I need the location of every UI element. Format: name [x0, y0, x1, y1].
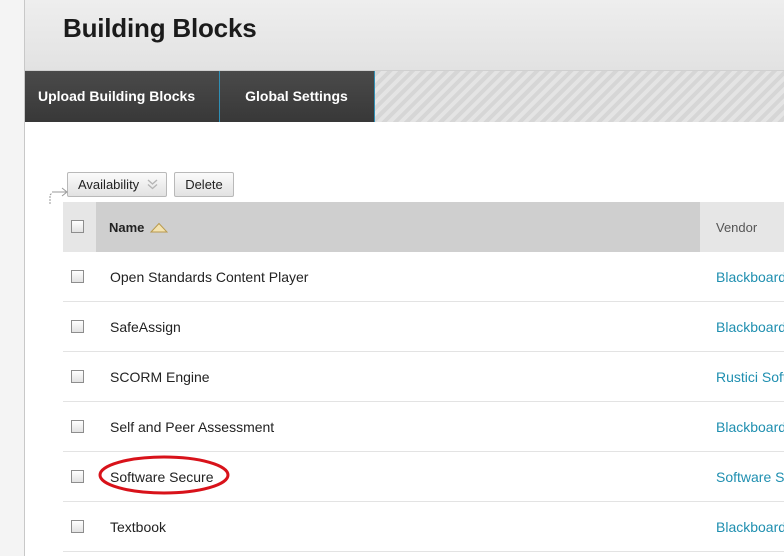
row-vendor-link[interactable]: Software Secure — [716, 469, 784, 485]
table-row: SCORM Engine Rustici Software — [63, 352, 784, 402]
vendor-column-header[interactable]: Vendor — [700, 202, 784, 252]
action-tabs: Upload Building Blocks Global Settings — [25, 71, 375, 122]
row-checkbox[interactable] — [71, 520, 84, 533]
row-vendor-link[interactable]: Blackboard — [716, 269, 784, 285]
table-row: Textbook Blackboard — [63, 502, 784, 552]
row-vendor-link[interactable]: Blackboard — [716, 419, 784, 435]
row-checkbox[interactable] — [71, 420, 84, 433]
delete-label: Delete — [185, 176, 223, 192]
table-row: SafeAssign Blackboard — [63, 302, 784, 352]
table-header: Name Vendor — [63, 202, 784, 252]
delete-button[interactable]: Delete — [174, 171, 234, 197]
page-header: Building Blocks — [25, 0, 784, 71]
list-action-bar: Availability Delete — [49, 170, 241, 204]
table-row: Software Secure Software Secure — [63, 452, 784, 502]
row-checkbox[interactable] — [71, 270, 84, 283]
sort-ascending-icon — [150, 222, 169, 232]
row-vendor-link[interactable]: Blackboard — [716, 319, 784, 335]
upload-building-blocks-button[interactable]: Upload Building Blocks — [25, 71, 221, 122]
name-column-header[interactable]: Name — [96, 202, 700, 252]
row-checkbox[interactable] — [71, 370, 84, 383]
row-vendor-link[interactable]: Blackboard — [716, 519, 784, 535]
building-blocks-table: Name Vendor Open Standards Content Playe… — [63, 202, 784, 552]
content-area: Availability Delete Name Vendor Open Sta… — [25, 122, 784, 556]
page-title: Building Blocks — [63, 13, 257, 43]
select-all-checkbox[interactable] — [71, 220, 84, 233]
row-name: Open Standards Content Player — [110, 268, 309, 285]
availability-button[interactable]: Availability — [67, 171, 168, 197]
row-name: SafeAssign — [110, 318, 181, 335]
global-settings-button[interactable]: Global Settings — [220, 71, 375, 122]
select-all-cell — [63, 202, 96, 252]
table-row: Self and Peer Assessment Blackboard — [63, 402, 784, 452]
table-row: Open Standards Content Player Blackboard — [63, 252, 784, 302]
row-name: SCORM Engine — [110, 368, 210, 385]
action-bar: Upload Building Blocks Global Settings — [25, 71, 784, 122]
row-name: Self and Peer Assessment — [110, 418, 275, 435]
row-vendor-link[interactable]: Rustici Software — [716, 369, 784, 385]
name-column-label: Name — [109, 219, 145, 235]
row-name: Software Secure — [110, 468, 214, 485]
row-checkbox[interactable] — [71, 470, 84, 483]
row-checkbox[interactable] — [71, 320, 84, 333]
double-chevron-down-icon — [147, 178, 158, 189]
row-name: Textbook — [110, 518, 167, 535]
availability-label: Availability — [78, 176, 140, 192]
left-rail — [0, 0, 25, 556]
